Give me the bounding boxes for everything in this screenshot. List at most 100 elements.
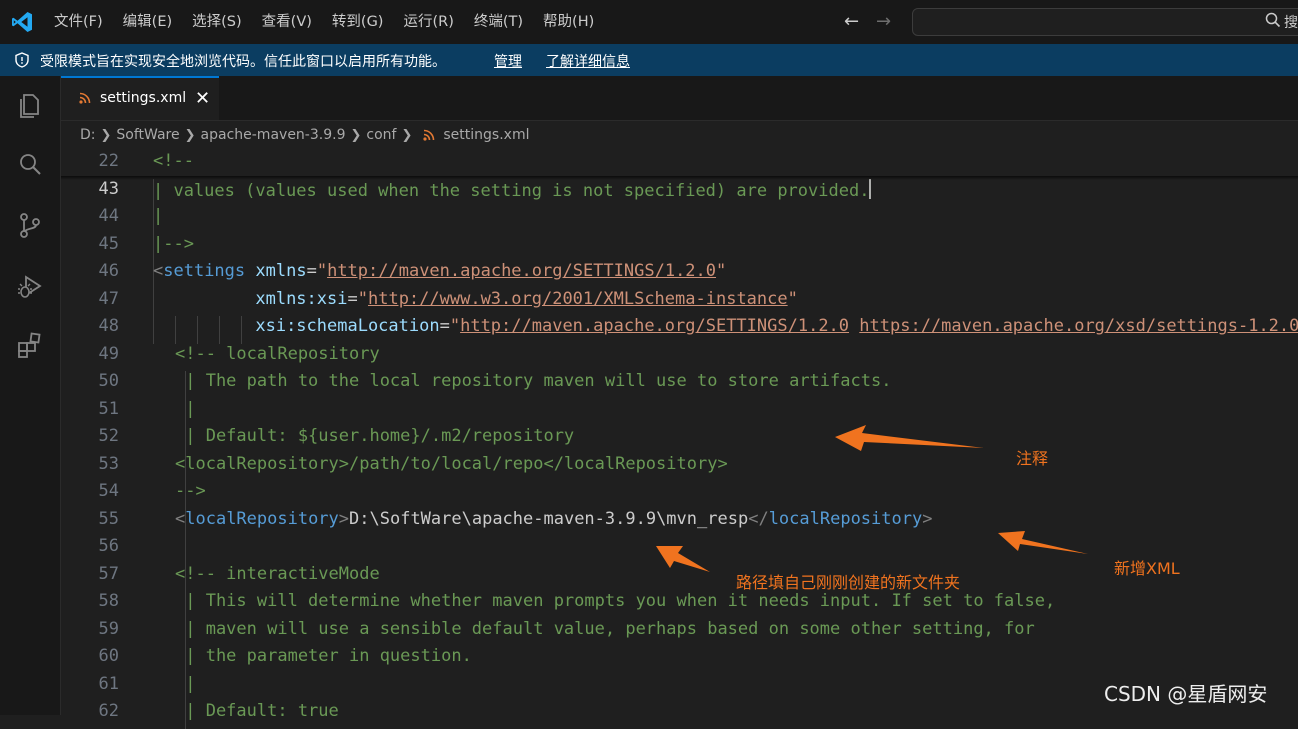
code-token: |: [175, 398, 196, 419]
code-line: <!--: [153, 151, 194, 171]
code-token: =: [306, 261, 317, 281]
forward-arrow-icon[interactable]: →: [876, 11, 891, 32]
chevron-right-icon: ❯: [350, 127, 362, 143]
code-token: |-->: [153, 233, 194, 254]
learn-more-link[interactable]: 了解详细信息: [546, 51, 630, 71]
menu-bar: 文件(F) 编辑(E) 选择(S) 查看(V) 转到(G) 运行(R) 终端(T…: [44, 0, 604, 44]
sticky-scroll-shadow: [61, 176, 1298, 180]
code-token: ": [716, 261, 727, 281]
line-number: 48: [98, 316, 119, 336]
code-token: | maven will use a sensible default valu…: [175, 618, 1035, 639]
chevron-right-icon: ❯: [100, 127, 112, 143]
code-token: localRepository: [768, 508, 923, 529]
breadcrumb-maven[interactable]: apache-maven-3.9.9: [201, 127, 346, 143]
shield-icon: [15, 52, 29, 68]
code-line: <!-- localRepository: [175, 344, 380, 364]
code-line: |: [175, 674, 195, 694]
line-number: 55: [98, 508, 119, 529]
xml-file-icon: [423, 129, 435, 141]
line-number: 51: [98, 398, 119, 419]
code-token[interactable]: http://maven.apache.org/SETTINGS/1.2.0: [460, 316, 849, 336]
activity-bar: [0, 76, 61, 715]
run-and-debug-icon[interactable]: [15, 272, 45, 302]
breadcrumb-conf[interactable]: conf: [366, 127, 396, 143]
line-number: 50: [98, 371, 119, 391]
restricted-mode-banner: 受限模式旨在实现安全地浏览代码。信任此窗口以启用所有功能。 管理 了解详细信息: [0, 44, 1298, 76]
line-number: 46: [98, 261, 119, 281]
line-number: 47: [98, 288, 119, 309]
code-token: <!-- interactiveMode: [175, 563, 380, 584]
code-token[interactable]: https://maven.apache.org/xsd/settings-1.…: [859, 316, 1298, 336]
code-token: <: [153, 261, 164, 281]
menu-run[interactable]: 运行(R): [393, 0, 463, 44]
code-token: | This will determine whether maven prom…: [175, 591, 1056, 611]
line-number: 58: [98, 591, 119, 611]
code-line: <localRepository>/path/to/local/repo</lo…: [175, 454, 728, 474]
code-token: | the parameter in question.: [175, 646, 472, 666]
breadcrumb-software[interactable]: SoftWare: [116, 127, 179, 143]
code-token[interactable]: http://www.w3.org/2001/XMLSchema-instanc…: [368, 289, 788, 309]
menu-view[interactable]: 查看(V): [252, 0, 322, 44]
close-icon[interactable]: ✕: [195, 88, 210, 109]
code-token: | Default: true: [175, 701, 339, 721]
line-number: 49: [98, 343, 119, 364]
code-token[interactable]: http://maven.apache.org/SETTINGS/1.2.0: [327, 261, 716, 281]
watermark: CSDN @星盾网安: [1104, 682, 1268, 706]
code-line: | The path to the local repository maven…: [175, 371, 891, 391]
line-number: 56: [98, 536, 119, 556]
code-token: D:\SoftWare\apache-maven-3.9.9\mvn_resp: [349, 508, 749, 529]
code-line: |: [153, 206, 163, 226]
code-token: </: [748, 508, 769, 529]
code-token: <: [175, 508, 186, 529]
tab-settings-xml[interactable]: settings.xml ✕: [61, 76, 219, 120]
code-token: | The path to the local repository maven…: [175, 371, 892, 391]
menu-help[interactable]: 帮助(H): [533, 0, 604, 44]
menu-go[interactable]: 转到(G): [322, 0, 394, 44]
menu-selection[interactable]: 选择(S): [182, 0, 252, 44]
code-token: -->: [175, 481, 206, 501]
line-number: 60: [98, 646, 119, 666]
code-token: settings: [163, 261, 246, 281]
line-number: 52: [98, 426, 119, 446]
code-line: | maven will use a sensible default valu…: [175, 619, 1035, 639]
line-number: 53: [98, 453, 119, 474]
menu-terminal[interactable]: 终端(T): [464, 0, 533, 44]
command-center-search[interactable]: [912, 8, 1298, 36]
breadcrumb-drive[interactable]: D:: [80, 127, 96, 143]
line-number: 57: [98, 563, 119, 584]
search-icon[interactable]: [15, 150, 45, 180]
chevron-right-icon: ❯: [184, 127, 196, 143]
source-control-icon[interactable]: [15, 210, 45, 240]
manage-link[interactable]: 管理: [494, 51, 522, 71]
explorer-icon[interactable]: [15, 90, 45, 120]
code-line: | This will determine whether maven prom…: [175, 591, 1055, 611]
code-token: =: [347, 288, 358, 309]
code-token: <!-- localRepository: [175, 343, 380, 364]
line-number: 59: [98, 618, 119, 639]
breadcrumb-file[interactable]: settings.xml: [443, 127, 529, 143]
vscode-logo-icon: [12, 12, 32, 32]
menu-file[interactable]: 文件(F): [44, 0, 113, 44]
title-bar: 文件(F) 编辑(E) 选择(S) 查看(V) 转到(G) 运行(R) 终端(T…: [0, 0, 1298, 44]
code-token: =: [439, 316, 450, 336]
chevron-right-icon: ❯: [401, 127, 413, 143]
menu-edit[interactable]: 编辑(E): [113, 0, 182, 44]
code-token: ": [316, 261, 328, 281]
extensions-icon[interactable]: [15, 330, 45, 360]
code-line: xsi:schemaLocation="http://maven.apache.…: [153, 316, 1298, 336]
text-cursor: [869, 178, 872, 199]
back-arrow-icon[interactable]: ←: [844, 11, 859, 32]
code-token: ": [449, 316, 461, 336]
code-line: | Default: true: [175, 701, 339, 721]
xml-file-icon: [79, 92, 91, 104]
code-editor[interactable]: 22 <!-- 43 | values (values used when the s…: [61, 148, 1298, 729]
code-token: ": [357, 288, 368, 309]
code-token: >: [338, 508, 350, 529]
tab-label: settings.xml: [100, 90, 187, 106]
search-icon: [1265, 12, 1281, 28]
code-token: | values (values used when the setting i…: [153, 180, 870, 201]
code-token: >: [922, 508, 933, 529]
code-line: -->: [175, 481, 206, 501]
